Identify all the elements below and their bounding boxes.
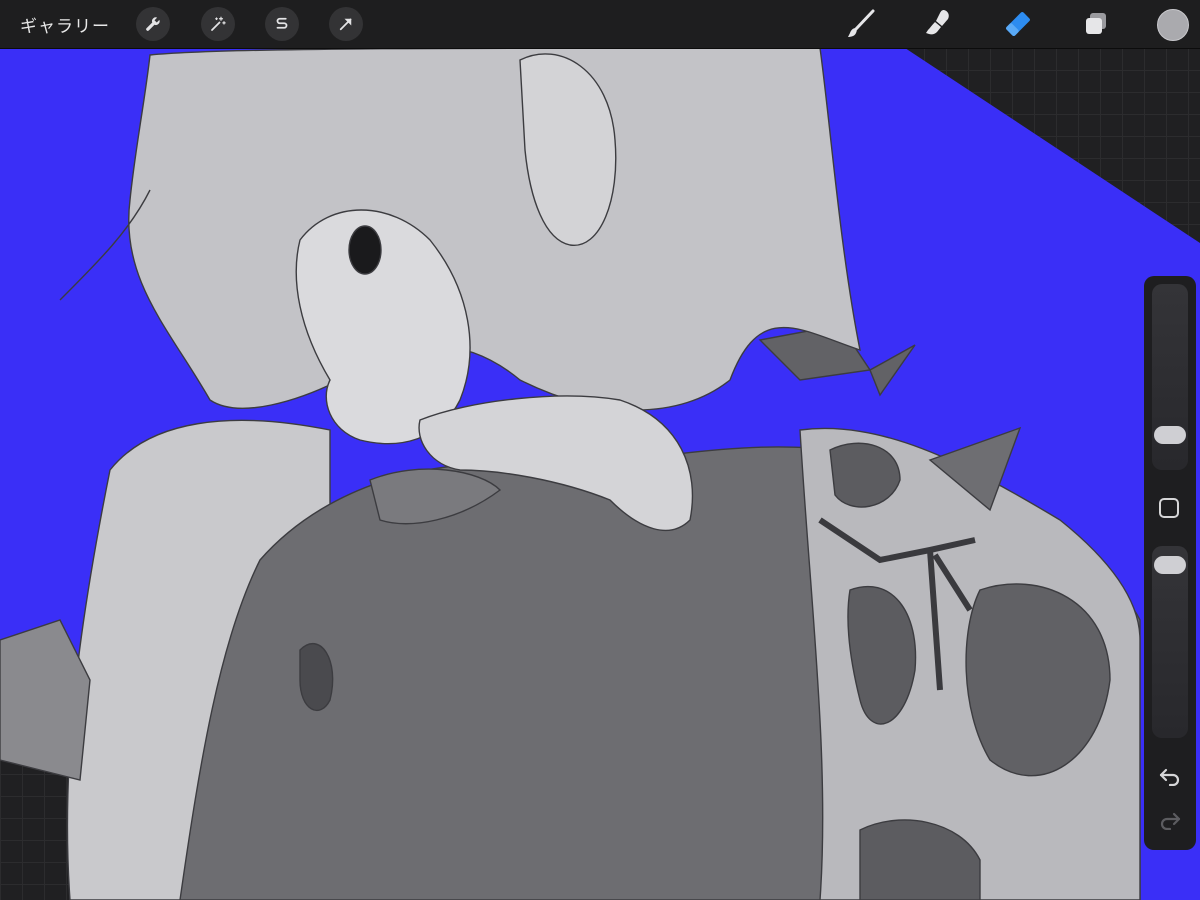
modify-button[interactable] bbox=[1159, 498, 1179, 518]
transform-button[interactable] bbox=[329, 7, 363, 41]
gallery-button[interactable]: ギャラリー bbox=[20, 12, 110, 37]
layers-button[interactable] bbox=[1078, 6, 1114, 42]
transform-arrow-icon bbox=[339, 18, 352, 31]
adjustments-button[interactable] bbox=[201, 7, 235, 41]
selection-s-icon bbox=[276, 17, 288, 29]
undo-icon bbox=[1159, 768, 1180, 786]
drawing-canvas[interactable] bbox=[0, 0, 1200, 900]
brush-size-thumb[interactable] bbox=[1154, 426, 1186, 444]
smudge-button[interactable] bbox=[920, 6, 956, 42]
opacity-thumb[interactable] bbox=[1154, 556, 1186, 574]
brush-button[interactable] bbox=[843, 6, 879, 42]
brush-icon bbox=[848, 9, 875, 37]
smudge-icon bbox=[926, 10, 949, 35]
actions-button[interactable] bbox=[136, 7, 170, 41]
brush-size-slider[interactable] bbox=[1152, 284, 1188, 470]
opacity-slider[interactable] bbox=[1152, 546, 1188, 738]
selection-button[interactable] bbox=[265, 7, 299, 41]
color-swatch-icon[interactable] bbox=[1157, 9, 1189, 41]
redo-button[interactable] bbox=[1156, 808, 1184, 832]
eraser-button[interactable] bbox=[1000, 6, 1036, 42]
brush-sidebar bbox=[1144, 276, 1196, 850]
top-toolbar: ギャラリー bbox=[0, 0, 1200, 49]
redo-icon bbox=[1160, 812, 1181, 830]
undo-button[interactable] bbox=[1156, 764, 1184, 788]
eraser-icon bbox=[1006, 12, 1030, 36]
layers-icon bbox=[1086, 13, 1106, 34]
magic-wand-icon bbox=[211, 16, 226, 31]
wrench-icon bbox=[146, 17, 160, 31]
